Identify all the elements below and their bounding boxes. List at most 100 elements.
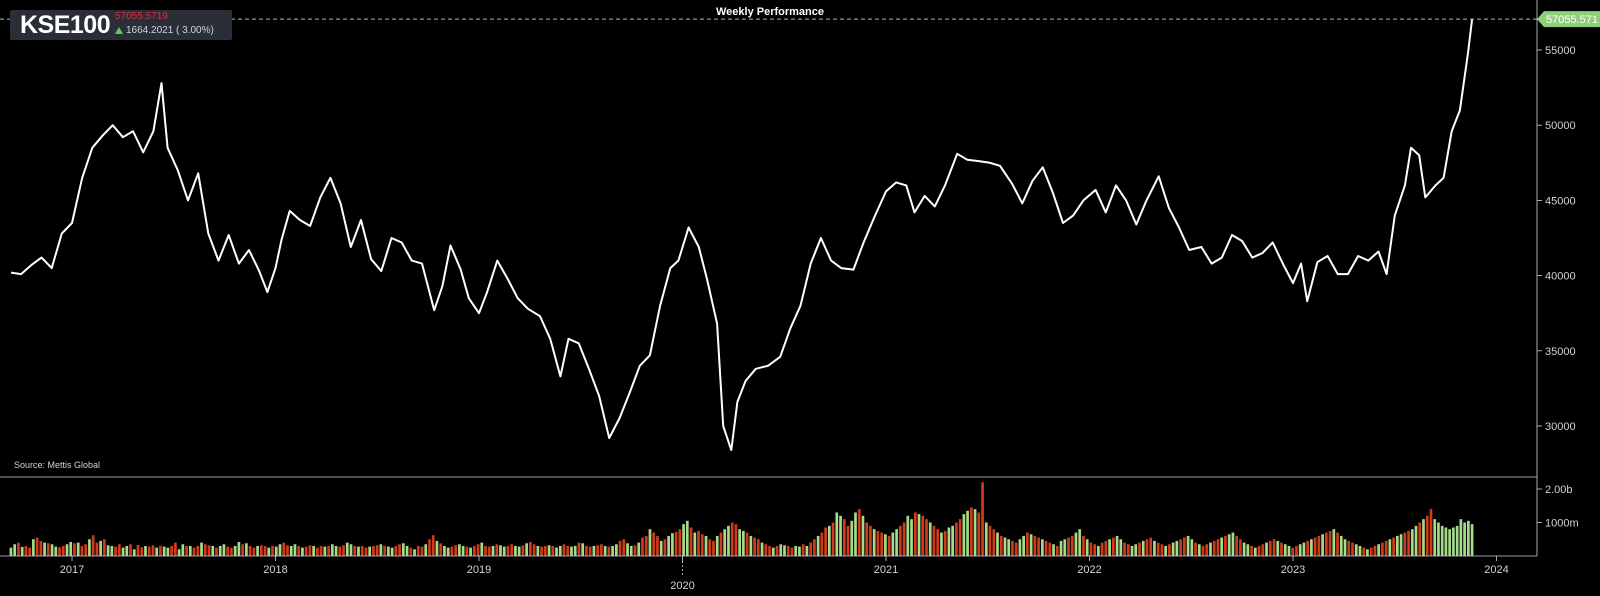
volume-bar xyxy=(495,544,499,556)
volume-bar xyxy=(775,545,779,556)
volume-bar xyxy=(656,535,659,556)
volume-bar xyxy=(510,544,514,556)
volume-bar xyxy=(540,546,543,556)
volume-bar xyxy=(319,545,323,556)
volume-bar xyxy=(476,544,480,556)
volume-bar xyxy=(1097,545,1100,556)
volume-bar xyxy=(704,535,708,556)
volume-bar xyxy=(420,546,424,556)
volume-bar xyxy=(312,545,315,556)
volume-bar xyxy=(181,544,185,556)
volume-bar xyxy=(76,542,80,556)
volume-bar xyxy=(1347,540,1351,556)
volume-bar xyxy=(629,545,633,556)
volume-bar xyxy=(125,545,129,556)
volume-bar xyxy=(353,545,357,556)
volume-bars xyxy=(9,482,1474,557)
volume-bar xyxy=(738,529,741,556)
volume-bar xyxy=(869,525,872,556)
volume-bar xyxy=(327,545,330,556)
volume-bar xyxy=(110,545,114,556)
volume-bar xyxy=(144,545,147,556)
volume-bar xyxy=(902,522,906,556)
volume-bar xyxy=(955,522,958,556)
volume-bar xyxy=(368,546,372,556)
volume-bar xyxy=(708,539,712,556)
volume-bar xyxy=(375,545,379,556)
volume-bar xyxy=(241,544,244,556)
volume-bar xyxy=(936,529,940,556)
volume-bar xyxy=(854,512,857,556)
volume-bar xyxy=(1343,539,1347,556)
volume-bar xyxy=(1392,537,1395,556)
volume-bar xyxy=(596,545,599,556)
volume-bar xyxy=(1310,539,1313,556)
price-line xyxy=(10,18,1474,452)
volume-bar xyxy=(1384,540,1388,556)
volume-bar xyxy=(1377,544,1380,556)
volume-bar xyxy=(458,544,461,556)
volume-bar xyxy=(996,532,999,556)
volume-tick-label: 2.00b xyxy=(1545,484,1573,496)
volume-bar xyxy=(1463,522,1466,556)
volume-bar xyxy=(1134,544,1138,556)
volume-bar xyxy=(1044,540,1048,556)
volume-bar xyxy=(330,544,334,556)
volume-bar xyxy=(1153,540,1156,556)
volume-bar xyxy=(364,547,368,557)
volume-bar xyxy=(106,545,110,556)
volume-bar xyxy=(633,545,637,556)
volume-bar xyxy=(461,545,465,556)
weekly-performance-chart[interactable]: 57055.571 30000 35000 40000 45000 50000 55000… xyxy=(0,0,1600,596)
volume-bar xyxy=(618,540,622,556)
volume-bar xyxy=(644,535,648,556)
volume-bar xyxy=(162,546,166,556)
volume-bar xyxy=(898,525,902,556)
volume-bar xyxy=(1111,537,1115,556)
volume-bar xyxy=(570,546,573,556)
volume-bar xyxy=(491,545,495,556)
volume-bar xyxy=(536,545,540,556)
volume-bar xyxy=(1250,545,1253,556)
volume-bar xyxy=(551,545,555,556)
volume-bar xyxy=(1216,539,1220,556)
volume-bar xyxy=(925,519,928,556)
volume-bar xyxy=(1276,540,1280,556)
volume-bar xyxy=(20,546,24,556)
volume-bar xyxy=(129,544,132,556)
volume-bar xyxy=(514,545,517,556)
volume-bar xyxy=(999,535,1003,556)
volume-bar xyxy=(1026,532,1029,556)
volume-bar xyxy=(140,547,144,556)
volume-bar xyxy=(824,527,827,556)
volume-bar xyxy=(390,547,394,557)
volume-bar xyxy=(95,542,99,556)
volume-bar xyxy=(820,532,824,556)
volume-bar xyxy=(1399,534,1403,556)
volume-bar xyxy=(760,542,764,556)
volume-bar xyxy=(9,547,13,557)
volume-bar xyxy=(316,547,319,557)
volume-bar xyxy=(1093,544,1096,556)
volume-bar xyxy=(379,544,383,556)
volume-bar xyxy=(846,525,850,556)
price-tick-label: 50000 xyxy=(1545,120,1576,132)
volume-bar xyxy=(529,541,532,556)
volume-bar xyxy=(1339,535,1343,556)
volume-bar xyxy=(940,532,943,556)
volume-bar xyxy=(1011,540,1014,556)
volume-bar xyxy=(394,545,398,556)
volume-bar xyxy=(1440,525,1444,556)
volume-bar xyxy=(1059,540,1063,556)
volume-bar xyxy=(783,545,786,556)
volume-bar xyxy=(1194,542,1197,556)
volume-bar xyxy=(301,547,304,557)
volume-bar xyxy=(103,539,106,556)
volume-bar xyxy=(1444,527,1448,556)
volume-bar xyxy=(405,545,409,556)
volume-bar xyxy=(1410,529,1414,556)
volume-bar xyxy=(248,545,252,556)
volume-bar xyxy=(1381,542,1384,556)
volume-bar xyxy=(435,540,439,556)
volume-bar xyxy=(816,535,820,556)
